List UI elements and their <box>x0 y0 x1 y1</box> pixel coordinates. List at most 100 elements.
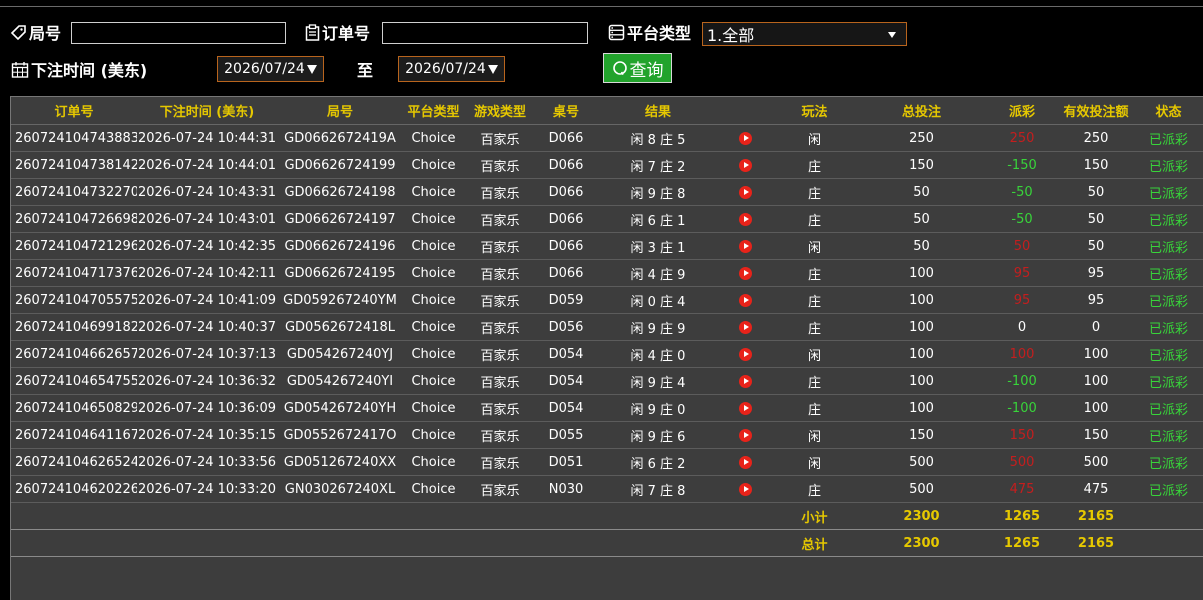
game-type-cell: 百家乐 <box>464 367 536 395</box>
total-bet-cell: 150 <box>858 151 985 179</box>
status-cell: 已派彩 <box>1133 259 1203 287</box>
tag-icon <box>10 24 26 40</box>
play-icon[interactable] <box>739 482 752 496</box>
order-cell: 260724104726698 <box>11 205 137 233</box>
round-cell: GD06626724196 <box>277 232 403 260</box>
status-cell: 已派彩 <box>1133 421 1203 449</box>
status-cell: 已派彩 <box>1133 124 1203 152</box>
order-cell: 260724104699182 <box>11 313 137 341</box>
bet-time-cell: 2026-07-24 10:36:09 <box>137 394 277 422</box>
valid-bet-cell: 150 <box>1059 421 1133 449</box>
play-type-cell: 庄 <box>771 367 858 395</box>
play-icon[interactable] <box>739 320 752 334</box>
game-type-cell: 百家乐 <box>464 232 536 260</box>
replay <box>720 178 771 206</box>
play-type-cell: 闲 <box>771 421 858 449</box>
replay <box>720 394 771 422</box>
replay <box>720 475 771 503</box>
replay <box>720 313 771 341</box>
payout-cell: 500 <box>985 448 1059 476</box>
caret-down-icon <box>487 64 498 74</box>
replay <box>720 205 771 233</box>
valid-bet-cell: 50 <box>1059 232 1133 260</box>
order-input[interactable] <box>382 22 588 44</box>
order-cell: 260724104721296 <box>11 232 137 260</box>
col-header-table-no: 桌号 <box>536 97 596 125</box>
play-icon[interactable] <box>739 401 752 415</box>
game-type-cell: 百家乐 <box>464 448 536 476</box>
status-cell: 已派彩 <box>1133 340 1203 368</box>
table-no-cell: D066 <box>536 151 596 179</box>
platform-cell: Choice <box>403 178 464 206</box>
replay <box>720 340 771 368</box>
play-icon[interactable] <box>739 266 752 280</box>
col-header-order: 订单号 <box>11 97 137 125</box>
bet-time-cell: 2026-07-24 10:33:20 <box>137 475 277 503</box>
status-cell: 已派彩 <box>1133 367 1203 395</box>
round-cell: GD0662672419A <box>277 124 403 152</box>
table-row: 260724104738142 2026-07-24 10:44:01 GD0662… <box>11 151 1203 179</box>
play-type-cell: 庄 <box>771 151 858 179</box>
table-row: 260724104732270 2026-07-24 10:43:31 GD0662… <box>11 178 1203 206</box>
result-cell: 闲 3 庄 1 <box>596 232 720 260</box>
table-row: 260724104620226 2026-07-24 10:33:20 GN0302… <box>11 475 1203 503</box>
date-from-picker[interactable]: 2026/07/24 <box>217 56 324 82</box>
table-no-cell: D066 <box>536 232 596 260</box>
play-icon[interactable] <box>739 131 752 145</box>
play-type-cell: 闲 <box>771 124 858 152</box>
play-icon[interactable] <box>739 158 752 172</box>
platform-cell: Choice <box>403 313 464 341</box>
platform-cell: Choice <box>403 259 464 287</box>
order-cell: 260724104743883 <box>11 124 137 152</box>
table-row: 260724104662657 2026-07-24 10:37:13 GD0542… <box>11 340 1203 368</box>
replay <box>720 286 771 314</box>
result-cell: 闲 7 庄 8 <box>596 475 720 503</box>
date-to-picker[interactable]: 2026/07/24 <box>398 56 505 82</box>
payout-cell: 100 <box>985 340 1059 368</box>
play-icon[interactable] <box>739 347 752 361</box>
play-icon[interactable] <box>739 212 752 226</box>
round-cell: GD06626724195 <box>277 259 403 287</box>
game-type-cell: 百家乐 <box>464 124 536 152</box>
order-cell: 260724104705575 <box>11 286 137 314</box>
total-bet-cell: 100 <box>858 286 985 314</box>
game-type-cell: 百家乐 <box>464 421 536 449</box>
result-cell: 闲 7 庄 2 <box>596 151 720 179</box>
play-type-cell: 庄 <box>771 178 858 206</box>
round-cell: GD054267240YI <box>277 367 403 395</box>
round-cell: GD054267240YH <box>277 394 403 422</box>
play-icon[interactable] <box>739 428 752 442</box>
order-cell: 260724104738142 <box>11 151 137 179</box>
play-icon[interactable] <box>739 374 752 388</box>
valid-bet-cell: 150 <box>1059 151 1133 179</box>
results-panel: 订单号 下注时间 (美东) 局号 平台类型 游戏类型 桌号 结果 玩法 总投注 … <box>10 96 1203 600</box>
table-row: 260724104705575 2026-07-24 10:41:09 GD0592… <box>11 286 1203 314</box>
valid-bet-cell: 100 <box>1059 340 1133 368</box>
round-input[interactable] <box>71 22 286 44</box>
chevron-down-icon <box>888 32 896 38</box>
platform-cell: Choice <box>403 286 464 314</box>
total-bet-cell: 50 <box>858 205 985 233</box>
bet-records-table: 订单号 下注时间 (美东) 局号 平台类型 游戏类型 桌号 结果 玩法 总投注 … <box>11 97 1203 557</box>
query-button[interactable]: 查询 <box>603 53 672 83</box>
platform-cell: Choice <box>403 205 464 233</box>
table-no-cell: D066 <box>536 205 596 233</box>
server-icon <box>608 24 625 40</box>
table-row: 260724104717376 2026-07-24 10:42:11 GD0662… <box>11 259 1203 287</box>
platform-cell: Choice <box>403 367 464 395</box>
total-valid: 2165 <box>1059 529 1133 557</box>
replay <box>720 151 771 179</box>
order-cell: 260724104717376 <box>11 259 137 287</box>
round-cell: GD054267240YJ <box>277 340 403 368</box>
bet-time-cell: 2026-07-24 10:42:11 <box>137 259 277 287</box>
play-icon[interactable] <box>739 455 752 469</box>
play-icon[interactable] <box>739 293 752 307</box>
play-icon[interactable] <box>739 239 752 253</box>
total-bet-cell: 500 <box>858 475 985 503</box>
platform-select[interactable]: 1.全部 <box>702 22 907 46</box>
play-icon[interactable] <box>739 185 752 199</box>
payout-cell: 95 <box>985 259 1059 287</box>
bet-time-cell: 2026-07-24 10:44:01 <box>137 151 277 179</box>
play-type-cell: 庄 <box>771 313 858 341</box>
order-cell: 260724104654755 <box>11 367 137 395</box>
